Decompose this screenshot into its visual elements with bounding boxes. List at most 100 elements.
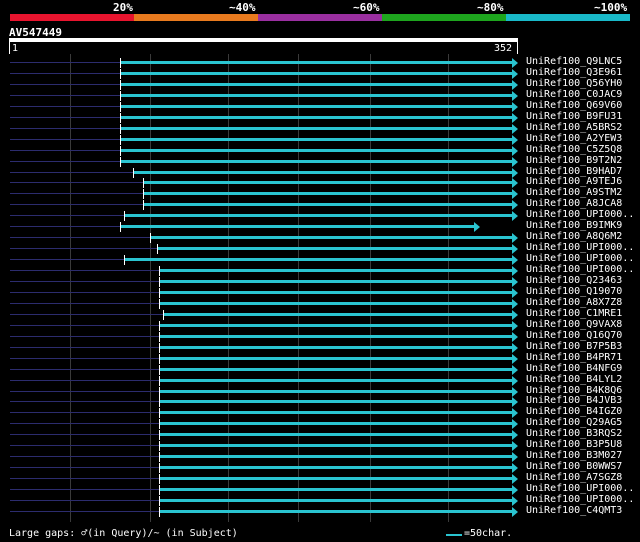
alignment-bar[interactable] bbox=[159, 411, 512, 415]
hit-name-link[interactable]: UniRef100_UPI000.. bbox=[526, 242, 634, 253]
alignment-bar[interactable] bbox=[159, 334, 512, 338]
hit-name-link[interactable]: UniRef100_A8JCA8 bbox=[526, 198, 622, 209]
hit-name-link[interactable]: UniRef100_A9STM2 bbox=[526, 187, 622, 198]
unaligned-region bbox=[10, 160, 120, 162]
unaligned-region bbox=[10, 401, 159, 403]
unaligned-region bbox=[10, 412, 159, 414]
hit-name-link[interactable]: UniRef100_B4LYL2 bbox=[526, 374, 622, 385]
alignment-bar[interactable] bbox=[120, 93, 512, 97]
hit-name-link[interactable]: UniRef100_Q16Q70 bbox=[526, 330, 622, 341]
unaligned-region bbox=[10, 500, 159, 501]
hit-name-link[interactable]: UniRef100_Q23463 bbox=[526, 275, 622, 286]
hit-name-link[interactable]: UniRef100_B4JVB3 bbox=[526, 395, 622, 406]
hit-name-link[interactable]: UniRef100_Q9VAX8 bbox=[526, 319, 622, 330]
hit-name-link[interactable]: UniRef100_A2YEW3 bbox=[526, 133, 622, 144]
alignment-bar[interactable] bbox=[159, 509, 512, 513]
hit-name-link[interactable]: UniRef100_A8Q6M2 bbox=[526, 231, 622, 242]
alignment-bar[interactable] bbox=[159, 389, 512, 393]
alignment-bar[interactable] bbox=[159, 422, 512, 426]
alignment-bar[interactable] bbox=[159, 345, 512, 349]
hit-name-link[interactable]: UniRef100_Q9LNC5 bbox=[526, 56, 622, 67]
alignment-bar[interactable] bbox=[159, 477, 512, 481]
alignment-arrow-icon bbox=[512, 485, 518, 496]
hit-name-link[interactable]: UniRef100_B9IMK9 bbox=[526, 220, 622, 231]
alignment-bar[interactable] bbox=[159, 444, 512, 448]
alignment-bar[interactable] bbox=[158, 247, 512, 251]
hit-name-link[interactable]: UniRef100_C5Z5Q8 bbox=[526, 144, 622, 155]
alignment-arrow-icon bbox=[512, 233, 518, 244]
unaligned-region bbox=[10, 83, 120, 85]
hit-name-link[interactable]: UniRef100_UPI000.. bbox=[526, 494, 634, 505]
hit-name-link[interactable]: UniRef100_UPI000.. bbox=[526, 253, 634, 264]
unaligned-region bbox=[10, 467, 159, 469]
hit-name-link[interactable]: UniRef100_A7SGZ8 bbox=[526, 472, 622, 483]
alignment-bar[interactable] bbox=[125, 214, 512, 218]
alignment-bar[interactable] bbox=[159, 499, 512, 502]
alignment-bar[interactable] bbox=[120, 82, 512, 86]
hit-name-link[interactable]: UniRef100_B4IGZ0 bbox=[526, 406, 622, 417]
alignment-bar[interactable] bbox=[151, 236, 512, 240]
alignment-bar[interactable] bbox=[143, 203, 512, 207]
hit-name-link[interactable]: UniRef100_B9FU31 bbox=[526, 111, 622, 122]
alignment-bar[interactable] bbox=[143, 192, 512, 196]
alignment-bar[interactable] bbox=[159, 433, 512, 437]
hit-name-link[interactable]: UniRef100_UPI000.. bbox=[526, 209, 634, 220]
hit-name-link[interactable]: UniRef100_B7P5B3 bbox=[526, 341, 622, 352]
alignment-bar[interactable] bbox=[120, 225, 475, 229]
hit-name-link[interactable]: UniRef100_Q69V60 bbox=[526, 100, 622, 111]
hit-name-link[interactable]: UniRef100_UPI000.. bbox=[526, 264, 634, 275]
alignment-bar[interactable] bbox=[133, 170, 512, 174]
alignment-arrow-icon bbox=[512, 386, 518, 397]
hit-name-link[interactable]: UniRef100_B4PR71 bbox=[526, 352, 622, 363]
hit-name-link[interactable]: UniRef100_Q3E961 bbox=[526, 67, 622, 78]
alignment-bar[interactable] bbox=[120, 148, 512, 152]
alignment-bar[interactable] bbox=[120, 71, 512, 75]
alignment-bar[interactable] bbox=[120, 61, 512, 64]
alignment-arrow-icon bbox=[512, 178, 518, 189]
alignment-bar[interactable] bbox=[159, 356, 512, 360]
alignment-bar[interactable] bbox=[143, 181, 512, 185]
alignment-bar[interactable] bbox=[120, 104, 512, 108]
alignment-arrow-icon bbox=[512, 200, 518, 211]
hit-name-link[interactable]: UniRef100_A8X7Z8 bbox=[526, 297, 622, 308]
alignment-bar[interactable] bbox=[125, 258, 512, 262]
unaligned-region bbox=[10, 182, 143, 184]
hit-name-link[interactable]: UniRef100_A5BRS2 bbox=[526, 122, 622, 133]
hit-name-link[interactable]: UniRef100_B4K8Q6 bbox=[526, 385, 622, 396]
alignment-bar[interactable] bbox=[159, 269, 512, 273]
alignment-bar[interactable] bbox=[159, 323, 512, 327]
hit-name-link[interactable]: UniRef100_C0JAC9 bbox=[526, 89, 622, 100]
alignment-bar[interactable] bbox=[159, 378, 512, 382]
hit-row[interactable]: UniRef100_C4QMT3 bbox=[0, 505, 640, 517]
alignment-bar[interactable] bbox=[120, 159, 512, 163]
scale-legend-line bbox=[446, 534, 462, 536]
alignment-bar[interactable] bbox=[120, 115, 512, 119]
hit-name-link[interactable]: UniRef100_Q19070 bbox=[526, 286, 622, 297]
hit-name-link[interactable]: UniRef100_C4QMT3 bbox=[526, 505, 622, 516]
alignment-arrow-icon bbox=[512, 266, 518, 277]
hit-name-link[interactable]: UniRef100_B9T2N2 bbox=[526, 155, 622, 166]
alignment-bar[interactable] bbox=[159, 280, 512, 283]
hit-name-link[interactable]: UniRef100_C1MRE1 bbox=[526, 308, 622, 319]
hit-name-link[interactable]: UniRef100_B0WWS7 bbox=[526, 461, 622, 472]
hit-name-link[interactable]: UniRef100_A9TEJ6 bbox=[526, 176, 622, 187]
alignment-bar[interactable] bbox=[159, 455, 512, 459]
hit-name-link[interactable]: UniRef100_Q56YH0 bbox=[526, 78, 622, 89]
hit-name-link[interactable]: UniRef100_B3M027 bbox=[526, 450, 622, 461]
hit-name-link[interactable]: UniRef100_B9HAD7 bbox=[526, 166, 622, 177]
alignment-bar[interactable] bbox=[164, 312, 512, 316]
alignment-bar[interactable] bbox=[159, 301, 512, 305]
hit-name-link[interactable]: UniRef100_B4NFG9 bbox=[526, 363, 622, 374]
alignment-bar[interactable] bbox=[159, 290, 512, 294]
alignment-bar[interactable] bbox=[120, 126, 512, 130]
alignment-bar[interactable] bbox=[159, 466, 512, 470]
hit-name-link[interactable]: UniRef100_Q29AG5 bbox=[526, 417, 622, 428]
alignment-bar[interactable] bbox=[159, 400, 512, 404]
hit-name-link[interactable]: UniRef100_B3P5U8 bbox=[526, 439, 622, 450]
hit-name-link[interactable]: UniRef100_B3RQS2 bbox=[526, 428, 622, 439]
hit-name-link[interactable]: UniRef100_UPI000.. bbox=[526, 483, 634, 494]
alignment-bar[interactable] bbox=[159, 367, 512, 371]
query-start-label: 1 bbox=[12, 43, 19, 54]
alignment-bar[interactable] bbox=[120, 137, 512, 141]
alignment-bar[interactable] bbox=[159, 488, 512, 492]
